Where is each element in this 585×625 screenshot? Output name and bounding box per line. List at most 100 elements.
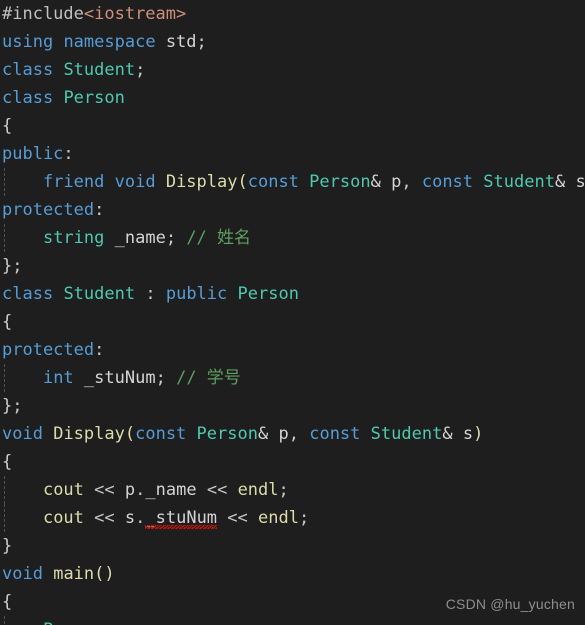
code-token: class: [2, 284, 54, 304]
code-token-error: _stuNum: [145, 508, 218, 528]
code-token: public: [165, 284, 228, 304]
code-token: (: [124, 424, 136, 444]
code-token: <iostream>: [83, 4, 187, 24]
code-token: ,: [288, 424, 299, 444]
code-token: :: [94, 340, 105, 360]
code-token: {: [2, 312, 13, 332]
code-token: Person: [237, 284, 299, 304]
code-token: Student: [483, 172, 555, 192]
code-token: ;: [135, 60, 146, 80]
code-line[interactable]: class Person: [2, 84, 585, 112]
code-line[interactable]: #include<iostream>: [2, 0, 585, 28]
code-token: class: [2, 60, 54, 80]
code-token: ;: [12, 396, 23, 416]
code-line[interactable]: int _stuNum; // 学号: [2, 364, 585, 392]
code-token: s: [575, 172, 585, 192]
code-line[interactable]: protected:: [2, 336, 585, 364]
code-token: public: [2, 144, 64, 164]
code-token: _name: [114, 228, 166, 248]
code-token: std: [165, 32, 197, 52]
code-token: #include: [2, 4, 84, 24]
code-token: {: [2, 452, 13, 472]
code-line[interactable]: {: [2, 448, 585, 476]
csdn-watermark: CSDN @hu_yuchen: [445, 596, 575, 612]
code-token: Student: [63, 60, 136, 80]
code-line[interactable]: class Student;: [2, 56, 585, 84]
code-token: endl: [237, 480, 279, 500]
code-token: <<: [206, 480, 228, 500]
code-token: namespace: [63, 32, 156, 52]
code-token: ;: [12, 256, 23, 276]
code-token: ;: [278, 480, 289, 500]
code-token: &: [442, 424, 453, 444]
code-line[interactable]: };: [2, 392, 585, 420]
code-token: using: [2, 32, 54, 52]
code-token: .: [135, 508, 146, 528]
code-token: Display: [53, 424, 125, 444]
code-line[interactable]: friend void Display(const Person& p, con…: [2, 168, 585, 196]
code-line[interactable]: }: [2, 532, 585, 560]
code-line[interactable]: void main(): [2, 560, 585, 588]
code-token: {: [2, 116, 13, 136]
code-token: ;: [165, 228, 177, 248]
code-line[interactable]: class Student : public Person: [2, 280, 585, 308]
code-line[interactable]: public:: [2, 140, 585, 168]
code-content[interactable]: #include<iostream> using namespace std; cl…: [2, 0, 585, 625]
code-line[interactable]: Person p;: [2, 616, 585, 625]
code-token: void: [2, 564, 43, 584]
code-token: cout: [42, 508, 84, 528]
code-token: cout: [42, 480, 84, 500]
code-token: const: [421, 172, 474, 192]
code-line[interactable]: void Display(const Person& p, const Stud…: [2, 420, 585, 448]
code-line[interactable]: cout << p._name << endl;: [2, 476, 585, 504]
code-line[interactable]: {: [2, 112, 585, 140]
code-token: ,: [401, 172, 412, 192]
code-line[interactable]: };: [2, 252, 585, 280]
code-token: &: [370, 172, 381, 192]
code-line[interactable]: {: [2, 308, 585, 336]
code-token: ;: [298, 508, 310, 528]
code-token: friend: [42, 172, 105, 192]
code-token: int: [42, 368, 74, 388]
code-line[interactable]: cout << s._stuNum << endl;: [2, 504, 585, 532]
code-line[interactable]: string _name; // 姓名: [2, 224, 585, 252]
code-token: string: [42, 228, 105, 248]
code-token: <<: [94, 480, 115, 500]
code-token: _name: [145, 480, 197, 500]
code-token: protected: [2, 200, 95, 220]
code-line[interactable]: using namespace std;: [2, 28, 585, 56]
code-line[interactable]: protected:: [2, 196, 585, 224]
code-editor[interactable]: #include<iostream> using namespace std; cl…: [0, 0, 585, 625]
code-token: main: [53, 564, 95, 584]
code-token: }: [2, 396, 13, 416]
code-token: Student: [370, 424, 443, 444]
code-token: ): [473, 424, 484, 444]
code-token: const: [135, 424, 187, 444]
code-token: <<: [227, 508, 248, 528]
